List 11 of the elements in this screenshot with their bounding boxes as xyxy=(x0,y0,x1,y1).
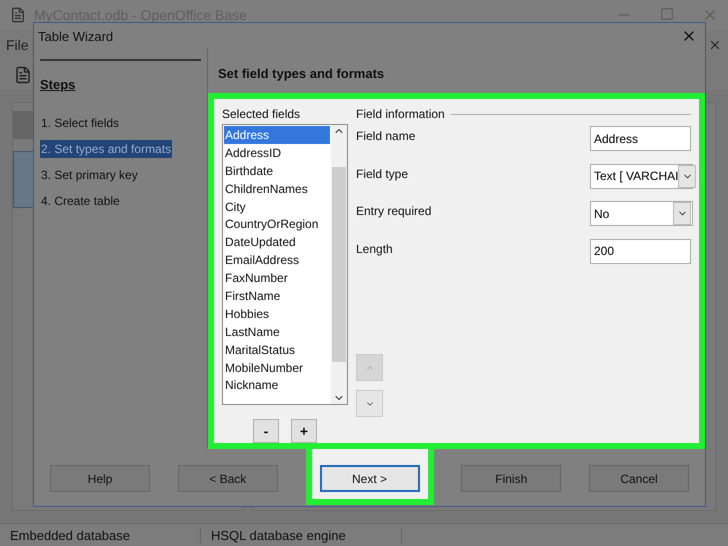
field-label: Field type xyxy=(356,166,408,182)
field-label: Entry required xyxy=(356,203,432,220)
field-label: Field name xyxy=(356,128,416,145)
steps-heading: Steps xyxy=(40,59,201,114)
list-label: Selected fields xyxy=(222,106,302,123)
field-label: Length xyxy=(356,240,393,258)
status-text: HSQL database engine xyxy=(201,528,402,542)
page-title: Set field types and formats xyxy=(217,65,386,83)
status-text: Embedded database xyxy=(0,528,201,542)
section-heading: Field information xyxy=(356,106,445,123)
dialog-title: Table Wizard xyxy=(38,28,114,44)
